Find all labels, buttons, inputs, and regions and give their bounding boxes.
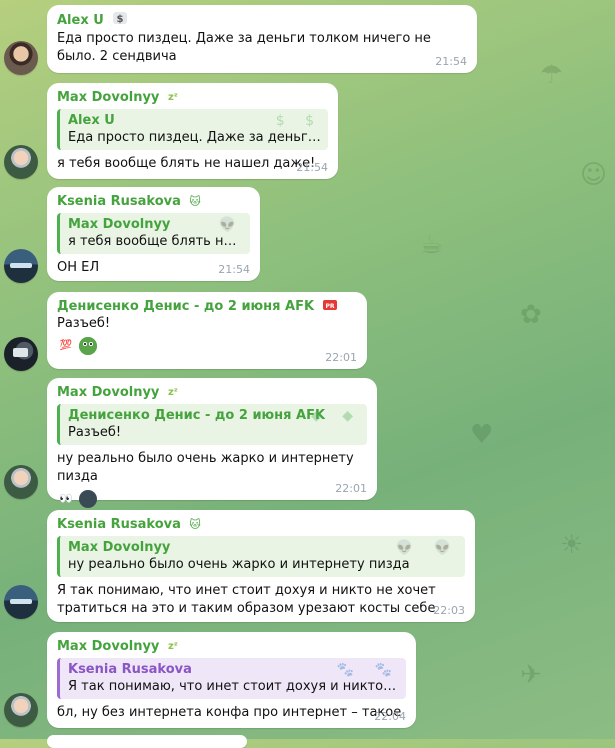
message-text: я тебя вообще блять не нашел даже! [57,156,316,171]
frog-icon [79,337,97,355]
sender-name[interactable]: Max Dovolnyy zᶻ [57,384,367,401]
dollar-sign-icon: $ [112,11,128,30]
sender-name-text: Max Dovolnyy [57,90,160,105]
reaction-avatar[interactable] [79,490,97,508]
message-time: 21:54 [218,263,250,276]
avatar[interactable] [4,145,38,179]
message-text: бл, ну без интернета конфа про интернет … [57,705,402,720]
reaction-eyes[interactable]: 👀 [57,490,75,508]
doodle-icon: ☺ [580,160,608,190]
reply-quote[interactable]: 🐾 🐾 Ksenia Rusakova Я так понимаю, что и… [57,658,406,699]
message-time: 22:03 [433,604,465,617]
svg-text:$: $ [117,14,124,25]
avatar[interactable] [4,249,38,283]
sender-name-text: Max Dovolnyy [57,639,160,654]
avatar[interactable] [4,585,38,619]
avatar[interactable] [4,41,38,75]
reply-quote[interactable]: ◆ ◆ Денисенко Денис - до 2 июня AFK Разъ… [57,404,367,445]
sleep-zzz-icon: zᶻ [167,641,178,652]
sender-name[interactable]: Ksenia Rusakova 🐱 [57,193,250,210]
cat-icon: 🐱 [189,195,201,208]
reply-text: Еда просто пиздец. Даже за деньги тол... [68,130,321,145]
message-bubble[interactable]: Alex U $ Еда просто пиздец. Даже за день… [47,5,477,73]
reply-text: я тебя вообще блять не н... [68,234,243,249]
sender-name-text: Alex U [57,13,104,28]
sender-name-text: Денисенко Денис - до 2 июня AFK [57,299,315,314]
reactions: 💯 [57,337,357,355]
cat-icon: 🐱 [189,518,201,531]
message-bubble[interactable]: Max Dovolnyy zᶻ ◆ ◆ Денисенко Денис - до… [47,378,377,508]
sender-name[interactable]: Alex U $ [57,11,467,30]
reply-quote[interactable]: $ $ Alex U Еда просто пиздец. Даже за де… [57,109,328,150]
money-bag-icon: $ $ [275,113,322,129]
reply-quote[interactable]: 👽 Max Dovolnyy я тебя вообще блять не н.… [57,213,250,254]
message-bubble[interactable]: Ksenia Rusakova 🐱 👽 👽 Max Dovolnyy ну ре… [47,510,475,622]
reaction-frog[interactable] [79,337,97,355]
message-bubble[interactable]: Max Dovolnyy zᶻ 🐾 🐾 Ksenia Rusakova Я та… [47,632,416,728]
message-text: Разъеб! [57,316,111,331]
sleep-zzz-icon: zᶻ [167,387,178,398]
reply-text: ну реально было очень жарко и интернету … [68,557,410,572]
sender-name[interactable]: Денисенко Денис - до 2 июня AFK PR [57,298,357,315]
alien-icon: 👽 [218,217,244,233]
reactions: 👀 [57,490,367,508]
doodle-icon: ☕ [420,230,444,260]
doodle-icon: ✿ [520,300,542,330]
message-text: Я так понимаю, что инет стоит дохуя и ни… [57,583,440,616]
cat-icon: 🐾 🐾 [336,662,400,678]
avatar[interactable] [4,693,38,727]
reply-quote[interactable]: 👽 👽 Max Dovolnyy ну реально было очень ж… [57,536,465,577]
sender-name[interactable]: Max Dovolnyy zᶻ [57,89,328,106]
reply-text: Я так понимаю, что инет стоит дохуя и ни… [68,679,399,694]
message-time: 22:01 [335,482,367,495]
message-text: Еда просто пиздец. Даже за деньги толком… [57,31,436,64]
message-bubble[interactable]: Ksenia Rusakova 🐱 👽 Max Dovolnyy я тебя … [47,187,260,281]
sender-name[interactable]: Ksenia Rusakova 🐱 [57,516,465,533]
doodle-icon: ☂ [540,60,564,90]
message-bubble[interactable]: Max Dovolnyy zᶻ $ $ Alex U Еда просто пи… [47,83,338,179]
message-time: 22:04 [374,710,406,723]
sender-name-text: Ksenia Rusakova [57,517,181,532]
message-time: 21:54 [296,161,328,174]
message-time: 21:54 [435,55,467,68]
alien-icon: 👽 👽 [395,540,459,556]
doodle-icon: ♥ [470,420,494,450]
reply-sender: Max Dovolnyy [68,217,171,232]
doodle-icon: ☀ [560,530,584,560]
message-bubble-partial[interactable] [47,735,247,748]
message-bubble[interactable]: Денисенко Денис - до 2 июня AFK PR Разъе… [47,292,367,369]
svg-text:PR: PR [325,303,334,310]
sleep-zzz-icon: zᶻ [167,92,178,103]
doodle-icon: ✈ [520,660,542,690]
avatar[interactable] [4,465,38,499]
sender-name-text: Ksenia Rusakova [57,194,181,209]
message-text: ну реально было очень жарко и интернету … [57,451,358,484]
reaction-100[interactable]: 💯 [57,337,75,355]
pro-tag-icon: PR [322,298,337,315]
shield-icon: ◆ ◆ [311,408,361,424]
message-time: 22:01 [325,351,357,364]
avatar[interactable] [4,337,38,371]
reply-text: Разъеб! [68,425,122,440]
sender-name-text: Max Dovolnyy [57,385,160,400]
sender-name[interactable]: Max Dovolnyy zᶻ [57,638,406,655]
